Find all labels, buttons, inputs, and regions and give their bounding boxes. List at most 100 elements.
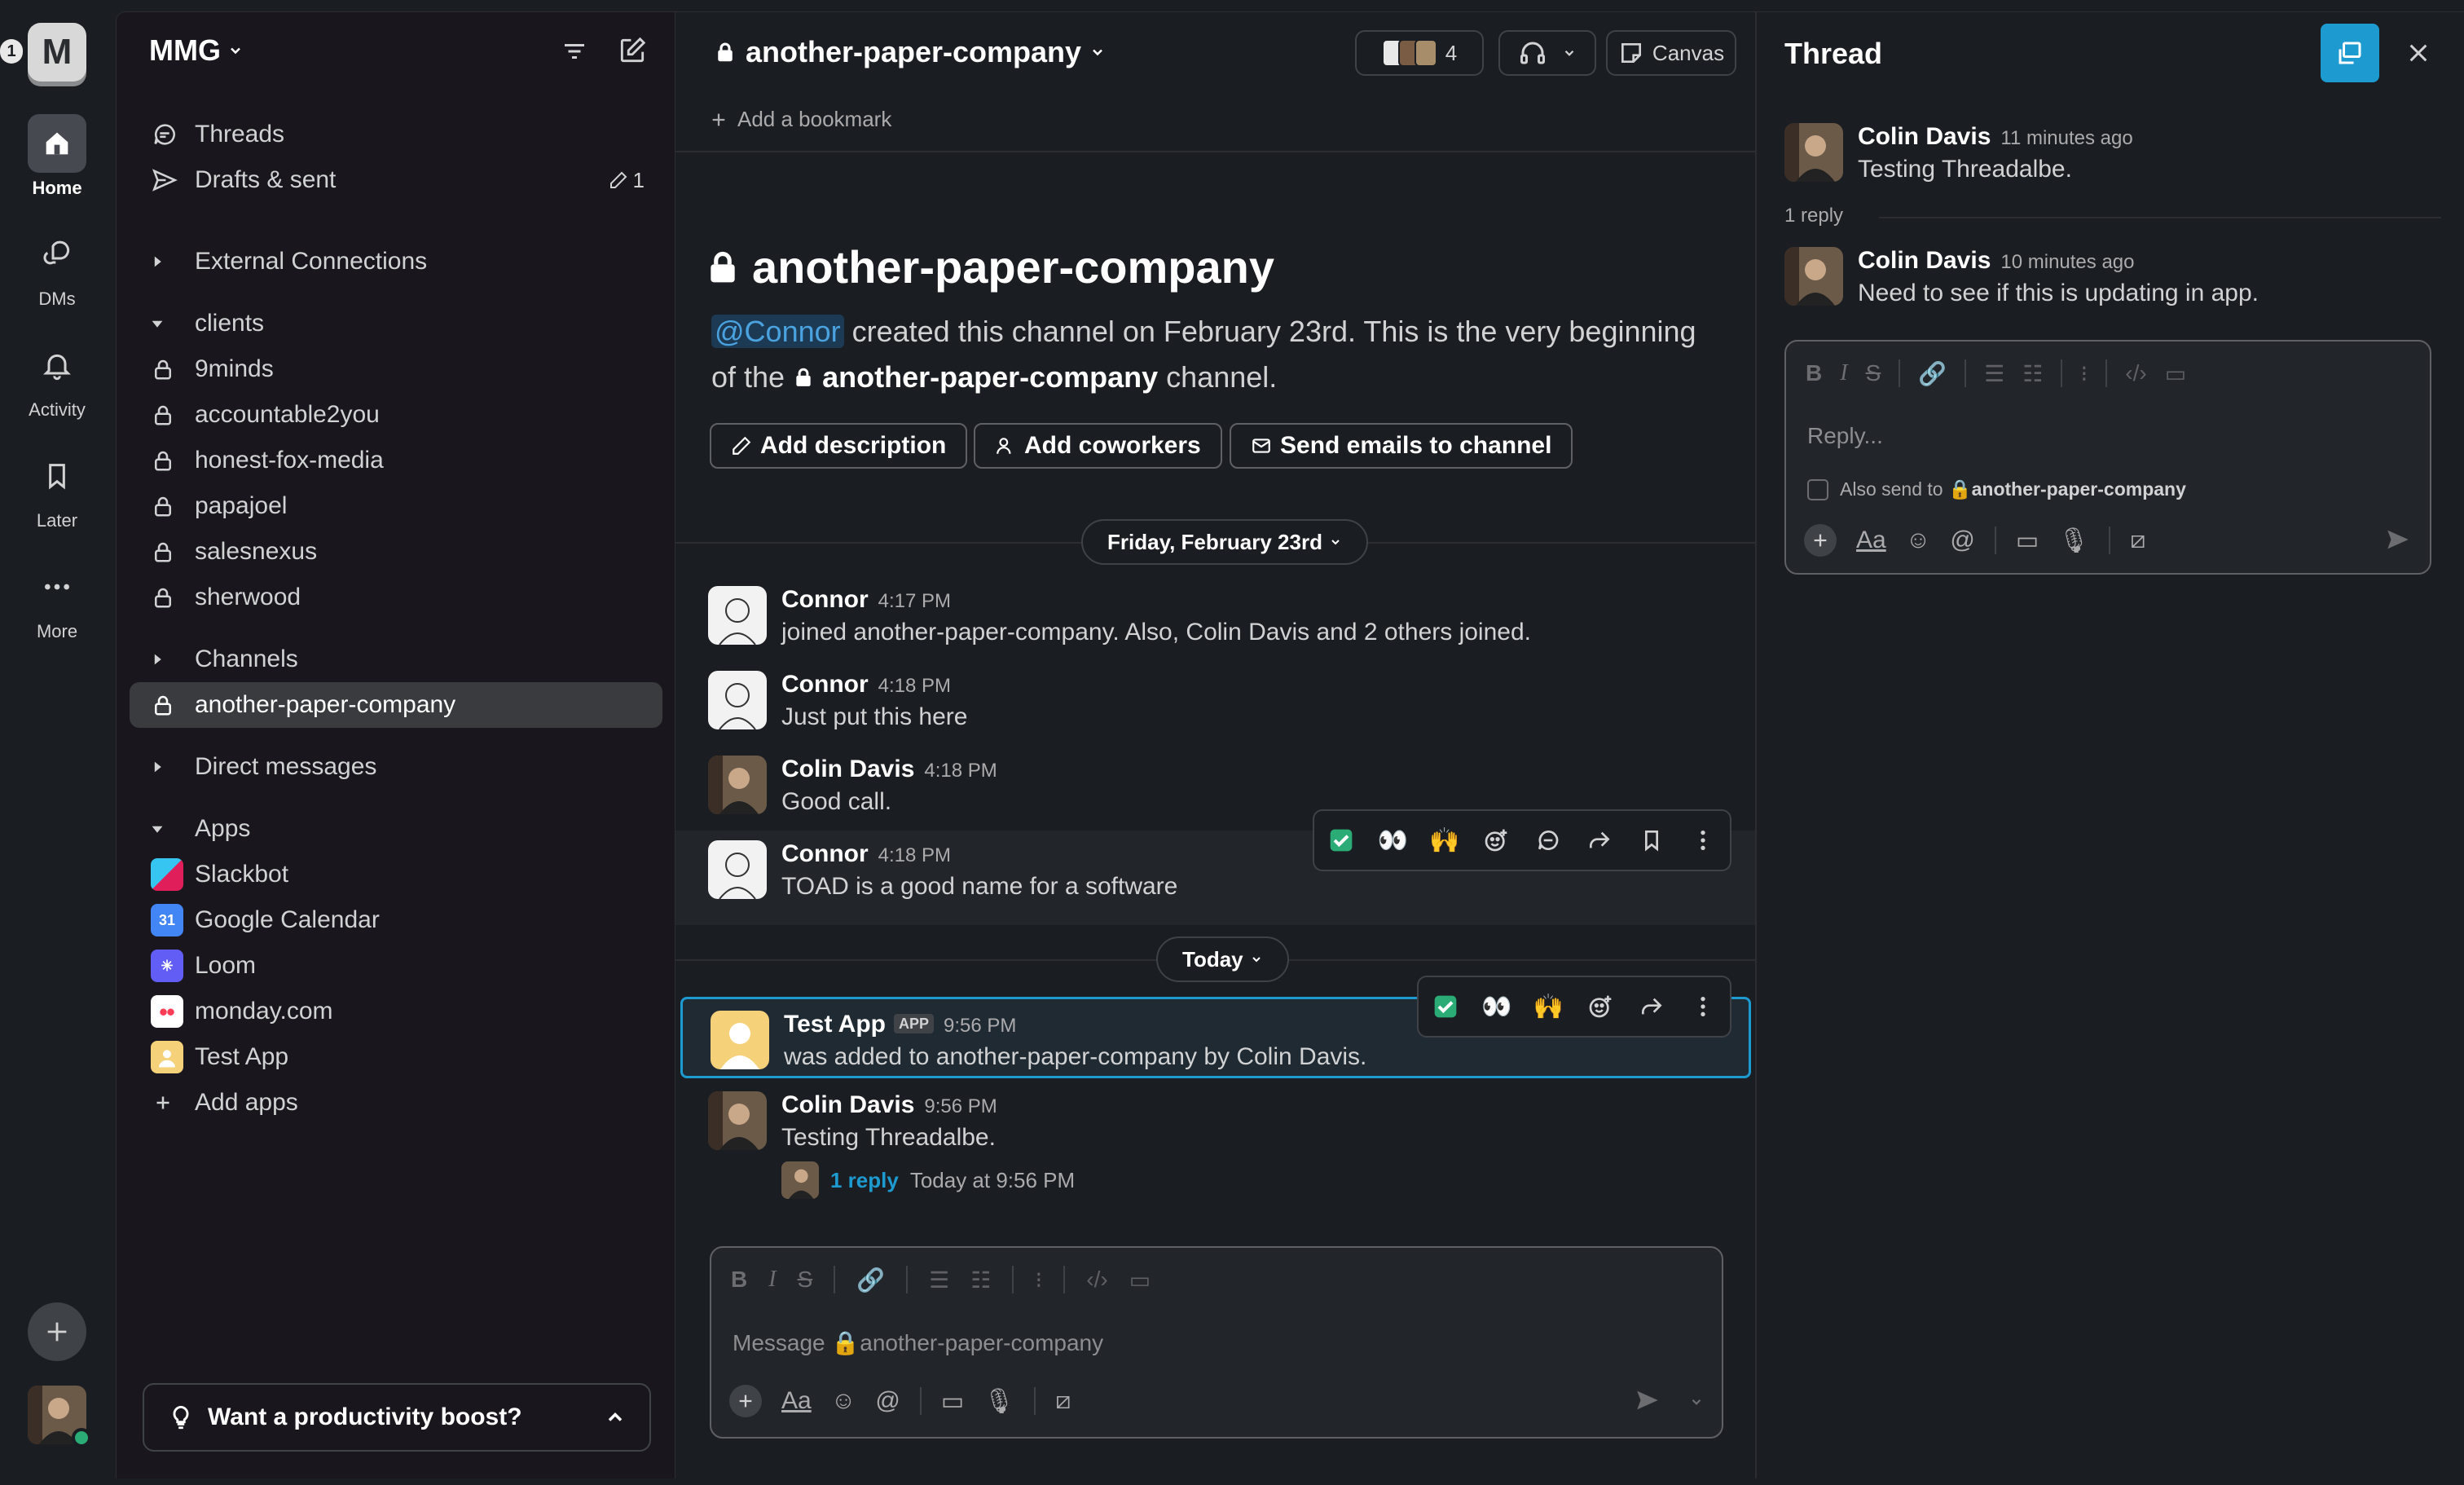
message-time[interactable]: 10 minutes ago bbox=[2000, 251, 2134, 273]
forward-icon[interactable] bbox=[1633, 994, 1670, 1020]
message-time[interactable]: 9:56 PM bbox=[924, 1095, 997, 1117]
section-direct-messages[interactable]: Direct messages bbox=[130, 744, 662, 790]
bulleted-list-icon[interactable]: ☷ bbox=[2022, 360, 2043, 387]
sidebar-item-app[interactable]: ✳ Loom bbox=[130, 943, 662, 989]
create-new-button[interactable] bbox=[28, 1302, 86, 1361]
rail-later[interactable]: Later bbox=[11, 447, 103, 531]
sidebar-item-app[interactable]: ⦁⦁ monday.com bbox=[130, 989, 662, 1034]
text-format-icon[interactable]: Aa bbox=[1856, 527, 1886, 554]
sidebar-item-app[interactable]: Slackbot bbox=[130, 852, 662, 897]
forward-icon[interactable] bbox=[1582, 827, 1619, 853]
blockquote-icon[interactable]: ⁝ bbox=[2080, 360, 2088, 387]
sidebar-item-channel[interactable]: 9minds bbox=[130, 346, 662, 392]
close-thread-button[interactable] bbox=[2394, 29, 2443, 77]
channel-header-title[interactable]: another-paper-company bbox=[713, 35, 1106, 69]
thread-parent-message[interactable]: Colin Davis 11 minutes ago Testing Threada… bbox=[1757, 123, 2464, 183]
compose-icon[interactable] bbox=[617, 35, 648, 66]
italic-icon[interactable]: I bbox=[1840, 360, 1847, 386]
sidebar-item-channel[interactable]: salesnexus bbox=[130, 529, 662, 575]
rail-home[interactable]: Home bbox=[11, 114, 103, 199]
section-clients[interactable]: clients bbox=[130, 301, 662, 346]
message-author[interactable]: Colin Davis bbox=[781, 1091, 914, 1118]
add-reaction-icon[interactable] bbox=[1478, 827, 1516, 853]
message-row[interactable]: Connor 4:18 PM Just put this here bbox=[675, 671, 1756, 731]
send-emails-button[interactable]: Send emails to channel bbox=[1230, 423, 1573, 469]
productivity-boost-banner[interactable]: Want a productivity boost? bbox=[143, 1383, 651, 1452]
message-row[interactable]: Colin Davis 4:18 PM Good call. bbox=[675, 756, 1756, 816]
message-author[interactable]: Connor bbox=[781, 586, 869, 613]
raised-hands-emoji[interactable]: 🙌 bbox=[1530, 993, 1567, 1021]
also-send-checkbox[interactable] bbox=[1807, 478, 1828, 500]
avatar[interactable] bbox=[708, 756, 767, 814]
intro-channel-ref[interactable]: another-paper-company bbox=[822, 360, 1158, 394]
sidebar-item-channel[interactable]: honest-fox-media bbox=[130, 438, 662, 483]
strikethrough-icon[interactable]: S bbox=[798, 1267, 813, 1293]
more-vertical-icon[interactable] bbox=[1685, 994, 1722, 1020]
bookmark-icon[interactable] bbox=[1633, 827, 1670, 853]
video-icon[interactable]: ▭ bbox=[941, 1387, 964, 1416]
popout-button[interactable] bbox=[2321, 24, 2379, 82]
blockquote-icon[interactable]: ⁝ bbox=[1035, 1267, 1042, 1293]
message-author[interactable]: Colin Davis bbox=[1858, 123, 1991, 150]
text-format-icon[interactable]: Aa bbox=[781, 1387, 812, 1415]
schedule-dropdown[interactable] bbox=[1689, 1395, 1704, 1409]
sidebar-item-app[interactable]: Test App bbox=[130, 1034, 662, 1080]
link-icon[interactable]: 🔗 bbox=[1918, 360, 1947, 387]
sidebar-item-app[interactable]: 31 Google Calendar bbox=[130, 897, 662, 943]
reply-input[interactable]: Reply... bbox=[1807, 423, 1883, 449]
attach-plus-icon[interactable] bbox=[1804, 524, 1837, 557]
message-author[interactable]: Connor bbox=[781, 840, 869, 867]
message-time[interactable]: 4:18 PM bbox=[878, 675, 951, 697]
avatar[interactable] bbox=[1784, 247, 1843, 306]
sidebar-item-channel[interactable]: sherwood bbox=[130, 575, 662, 620]
code-block-icon[interactable]: ▭ bbox=[1129, 1267, 1151, 1293]
message-input[interactable]: Message 🔒another-paper-company bbox=[733, 1329, 1103, 1356]
bold-icon[interactable]: B bbox=[1806, 360, 1822, 386]
message-time[interactable]: 11 minutes ago bbox=[2000, 127, 2132, 149]
workspace-switcher[interactable]: M bbox=[28, 23, 86, 82]
avatar[interactable] bbox=[708, 671, 767, 729]
microphone-icon[interactable]: 🎙 bbox=[2058, 527, 2089, 555]
message-author[interactable]: Connor bbox=[781, 671, 869, 698]
rail-more[interactable]: More bbox=[11, 557, 103, 642]
more-vertical-icon[interactable] bbox=[1685, 827, 1723, 853]
avatar[interactable] bbox=[708, 840, 767, 899]
huddle-button[interactable] bbox=[1498, 30, 1596, 76]
video-icon[interactable]: ▭ bbox=[2016, 527, 2039, 555]
code-icon[interactable]: ‹/› bbox=[2125, 360, 2146, 386]
section-channels[interactable]: Channels bbox=[130, 637, 662, 682]
message-author[interactable]: Colin Davis bbox=[781, 756, 914, 782]
add-bookmark-button[interactable]: Add a bookmark bbox=[710, 107, 891, 132]
avatar[interactable] bbox=[708, 586, 767, 645]
code-icon[interactable]: ‹/› bbox=[1086, 1267, 1107, 1293]
microphone-icon[interactable]: 🎙 bbox=[983, 1387, 1014, 1416]
add-coworkers-button[interactable]: Add coworkers bbox=[974, 423, 1222, 469]
italic-icon[interactable]: I bbox=[768, 1267, 776, 1293]
add-reaction-icon[interactable] bbox=[1582, 994, 1618, 1020]
reply-count-link[interactable]: 1 reply bbox=[830, 1168, 899, 1193]
also-send-option[interactable]: Also send to 🔒another-paper-company bbox=[1807, 478, 2186, 500]
avatar[interactable] bbox=[711, 1011, 769, 1069]
members-button[interactable]: 4 bbox=[1355, 30, 1484, 76]
avatar[interactable] bbox=[708, 1091, 767, 1150]
link-icon[interactable]: 🔗 bbox=[856, 1267, 885, 1293]
ordered-list-icon[interactable]: ☰ bbox=[929, 1267, 949, 1293]
eyes-emoji[interactable]: 👀 bbox=[1478, 993, 1515, 1021]
emoji-icon[interactable]: ☺ bbox=[1906, 527, 1931, 554]
slash-command-icon[interactable]: ⧄ bbox=[1055, 1387, 1071, 1415]
chevron-up-icon[interactable] bbox=[604, 1406, 627, 1429]
thread-reply-message[interactable]: Colin Davis 10 minutes ago Need to see if … bbox=[1757, 247, 2464, 307]
reply-thread-icon[interactable] bbox=[1529, 827, 1567, 853]
send-button[interactable] bbox=[2384, 526, 2412, 553]
bold-icon[interactable]: B bbox=[731, 1267, 747, 1293]
message-time[interactable]: 4:18 PM bbox=[924, 760, 997, 782]
sidebar-item-channel[interactable]: accountable2you bbox=[130, 392, 662, 438]
mention-icon[interactable]: @ bbox=[1950, 527, 1974, 554]
message-author[interactable]: Test App bbox=[784, 1011, 886, 1038]
message-time[interactable]: 9:56 PM bbox=[944, 1015, 1016, 1037]
check-emoji[interactable] bbox=[1322, 827, 1360, 853]
add-apps-button[interactable]: Add apps bbox=[130, 1080, 662, 1126]
message-time[interactable]: 4:18 PM bbox=[878, 844, 951, 866]
creator-mention[interactable]: @Connor bbox=[711, 315, 844, 348]
section-external-connections[interactable]: External Connections bbox=[130, 239, 662, 284]
